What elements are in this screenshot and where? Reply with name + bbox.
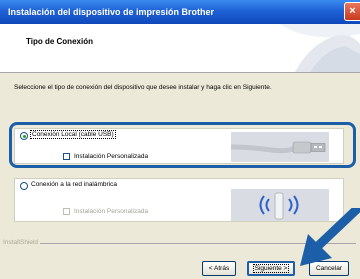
next-button[interactable]: Siguiente >: [247, 261, 295, 276]
wireless-custom-install-label: Instalación Personalizada: [74, 208, 149, 215]
instruction-text: Seleccione el tipo de conexión del dispo…: [14, 84, 272, 91]
wireless-custom-install-checkbox: [63, 208, 70, 215]
wireless-connection-group: Conexión a la red inalámbrica Instalació…: [14, 178, 344, 222]
usb-cable-icon: [231, 132, 329, 162]
local-custom-install-label[interactable]: Instalación Personalizada: [74, 153, 148, 160]
wireless-connection-radio[interactable]: [20, 182, 28, 190]
header-decoration-icon: [280, 24, 360, 72]
back-button[interactable]: < Atrás: [202, 261, 236, 276]
wireless-connection-label[interactable]: Conexión a la red inalámbrica: [31, 181, 117, 188]
window-titlebar: Instalación del dispositivo de impresión…: [0, 0, 360, 24]
page-title: Tipo de Conexión: [26, 37, 93, 46]
dialog-header: Tipo de Conexión: [0, 24, 360, 72]
window-title: Instalación del dispositivo de impresión…: [8, 7, 215, 17]
local-connection-group: Conexión Local (cable USB) Instalación P…: [14, 128, 344, 164]
close-icon: ×: [349, 5, 356, 17]
local-custom-install-checkbox[interactable]: [63, 153, 70, 160]
pointer-arrow-icon: [300, 208, 360, 266]
installshield-brand: InstallShield: [3, 239, 39, 246]
back-button-label: < Atrás: [208, 265, 230, 272]
close-button[interactable]: ×: [344, 2, 360, 21]
next-button-label: Siguiente >: [252, 264, 290, 273]
local-connection-label[interactable]: Conexión Local (cable USB): [30, 130, 116, 139]
local-connection-radio[interactable]: [20, 132, 28, 140]
